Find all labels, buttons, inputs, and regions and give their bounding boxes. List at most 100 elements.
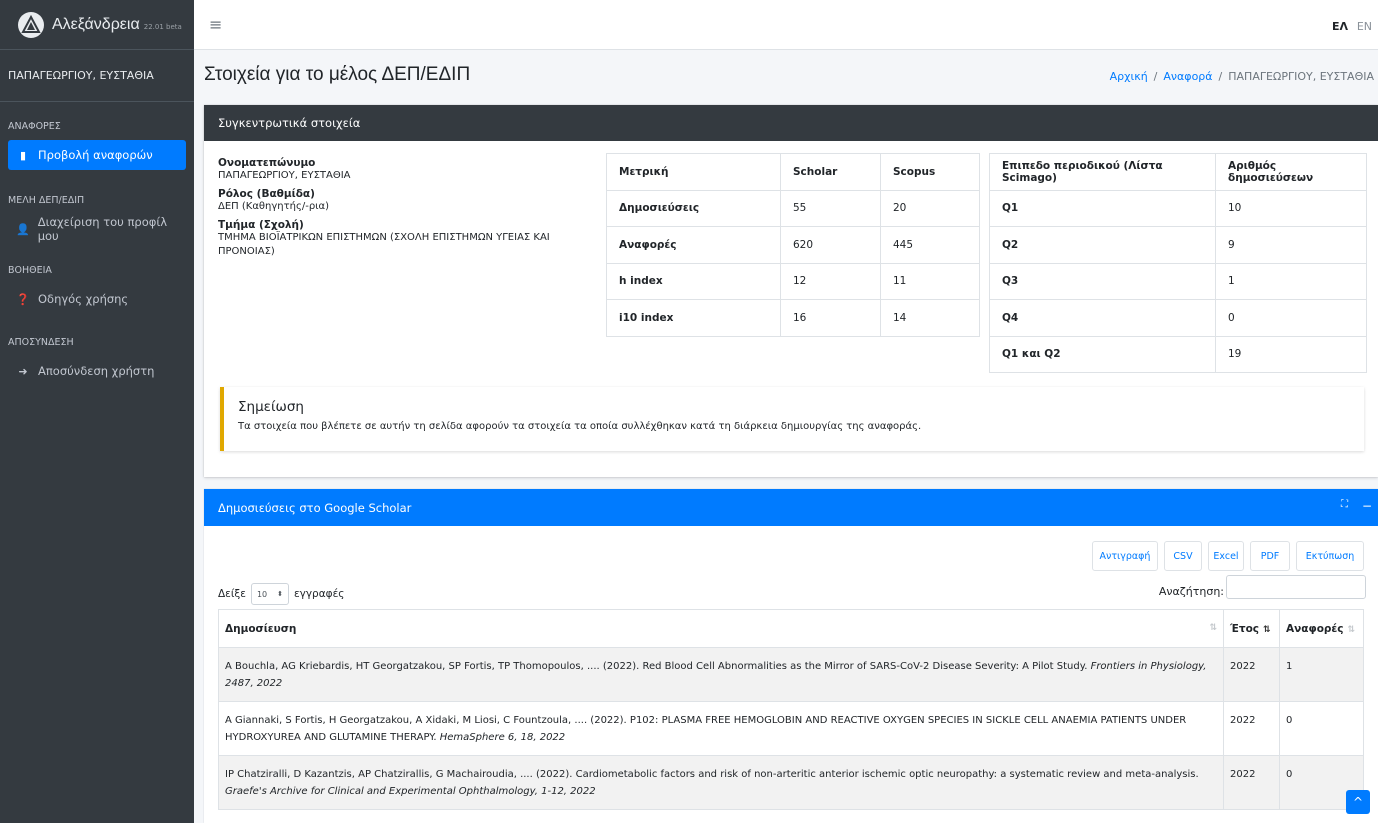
language-en-link[interactable]: EN <box>1357 20 1372 33</box>
column-header: Scopus <box>880 153 980 191</box>
table-row: Q4 0 <box>989 299 1367 337</box>
search-label: Αναζήτηση: <box>1158 585 1224 598</box>
table-row: Q3 1 <box>989 262 1367 300</box>
publication-journal: HemaSphere 6, 18, 2022 <box>439 732 566 743</box>
sidebar: Αλεξάνδρεια 22.01 beta ΠΑΠΑΓΕΩΡΓΙΟΥ, ΕΥΣ… <box>0 0 194 823</box>
sidebar-item-user-guide[interactable]: ❓ Οδηγός χρήσης <box>8 284 186 314</box>
user-panel[interactable]: ΠΑΠΑΓΕΩΡΓΙΟΥ, ΕΥΣΤΑΘΙΑ <box>0 50 194 102</box>
table-row: h index 12 11 <box>606 262 980 300</box>
sidebar-item-label: Διαχείριση του προφίλ μου <box>37 215 168 243</box>
hamburger-menu-icon[interactable]: ≡ <box>209 15 222 34</box>
breadcrumb-current: ΠΑΠΑΓΕΩΡΓΙΟΥ, ΕΥΣΤΑΘΙΑ <box>1228 70 1374 83</box>
scopus-value: 445 <box>880 226 980 264</box>
page-length-control: Δείξε 10 ⬍ εγγραφές <box>218 583 344 605</box>
note-title: Σημείωση <box>238 399 304 415</box>
sidebar-item-view-reports[interactable]: ▮ Προβολή αναφορών <box>8 140 186 170</box>
question-circle-icon: ❓ <box>16 292 30 306</box>
column-header-citations[interactable]: Αναφορές ⇅ <box>1279 609 1364 648</box>
sidebar-item-manage-profile[interactable]: 👤 Διαχείριση του προφίλ μου <box>8 214 186 244</box>
brand-logo-icon <box>18 11 44 38</box>
breadcrumb-report-link[interactable]: Αναφορά <box>1163 70 1212 83</box>
column-header-label: Αναφορές <box>1286 622 1344 635</box>
sort-desc-icon: ⇅ <box>1263 624 1271 635</box>
metric-name: i10 index <box>606 299 781 337</box>
breadcrumb-separator: / <box>1153 70 1158 83</box>
column-header: Επιπεδο περιοδικού (Λίστα Scimago) <box>989 153 1216 191</box>
column-header: Μετρική <box>606 153 781 191</box>
print-button[interactable]: Εκτύπωση <box>1296 541 1364 571</box>
nav-header-help: ΒΟΗΘΕΙΑ <box>8 264 52 276</box>
nav-header-members: ΜΕΛΗ ΔΕΠ/ΕΔΙΠ <box>8 194 85 206</box>
metric-name: h index <box>606 262 781 300</box>
quartile-name: Q1 και Q2 <box>989 335 1216 373</box>
table-row: Q1 10 <box>989 189 1367 227</box>
expand-icon[interactable]: ⛶ <box>1341 499 1348 513</box>
scroll-to-top-button[interactable]: ^ <box>1346 790 1370 814</box>
quartile-name: Q2 <box>989 226 1216 264</box>
table-header-row: Δημοσίευση ⇅ Έτος ⇅ Αναφορές ⇅ <box>218 609 1364 648</box>
card-tools: ⛶ − <box>1341 499 1372 513</box>
journal-level-table: Επιπεδο περιοδικού (Λίστα Scimago) Αριθμ… <box>989 153 1367 373</box>
search-input[interactable] <box>1226 575 1366 599</box>
sort-icon: ⇅ <box>1209 623 1217 633</box>
quartile-count: 1 <box>1215 262 1367 300</box>
column-header-label: Έτος <box>1230 622 1260 635</box>
brand[interactable]: Αλεξάνδρεια 22.01 beta <box>0 0 194 50</box>
csv-button[interactable]: CSV <box>1164 541 1202 571</box>
table-header-row: Μετρική Scholar Scopus <box>606 153 980 191</box>
table-row: Δημοσιεύσεις 55 20 <box>606 189 980 227</box>
table-row: i10 index 16 14 <box>606 299 980 337</box>
brand-name: Αλεξάνδρεια <box>52 15 140 33</box>
publication-text: A Giannaki, S Fortis, H Georgatzakou, A … <box>225 715 1187 743</box>
chevron-up-icon: ^ <box>1352 795 1364 809</box>
column-header: Αριθμός δημοσιεύσεων <box>1215 153 1367 191</box>
scopus-value: 14 <box>880 299 980 337</box>
quartile-count: 0 <box>1215 299 1367 337</box>
year-cell: 2022 <box>1223 755 1280 810</box>
user-icon: 👤 <box>16 222 30 236</box>
brand-version: 22.01 beta <box>143 22 182 31</box>
table-row: A Giannaki, S Fortis, H Georgatzakou, A … <box>218 701 1364 756</box>
quartile-count: 9 <box>1215 226 1367 264</box>
language-el-link[interactable]: ΕΛ <box>1332 20 1348 33</box>
page-length-select[interactable]: 10 ⬍ <box>250 583 289 605</box>
scopus-value: 20 <box>880 189 980 227</box>
table-header-row: Επιπεδο περιοδικού (Λίστα Scimago) Αριθμ… <box>989 153 1367 191</box>
collapse-icon[interactable]: − <box>1362 499 1372 513</box>
breadcrumb-home-link[interactable]: Αρχική <box>1110 70 1148 83</box>
excel-button[interactable]: Excel <box>1208 541 1244 571</box>
publication-cell: A Giannaki, S Fortis, H Georgatzakou, A … <box>218 701 1224 756</box>
note-callout: Σημείωση Τα στοιχεία που βλέπετε σε αυτή… <box>220 387 1364 451</box>
column-header-year[interactable]: Έτος ⇅ <box>1223 609 1280 648</box>
pdf-button[interactable]: PDF <box>1250 541 1290 571</box>
role-value: ΔΕΠ (Καθηγητής/-ρια) <box>218 201 330 212</box>
citations-cell: 0 <box>1279 701 1364 756</box>
copy-button[interactable]: Αντιγραφή <box>1092 541 1158 571</box>
role-label: Ρόλος (Βαθμίδα) <box>218 188 315 200</box>
sidebar-item-label: Προβολή αναφορών <box>38 148 153 162</box>
column-header: Scholar <box>780 153 881 191</box>
scholar-publications-card: Δημοσιεύσεις στο Google Scholar ⛶ − Αντι… <box>204 489 1378 823</box>
scholar-card-title: Δημοσιεύσεις στο Google Scholar <box>218 500 412 515</box>
table-row: IP Chatziralli, D Kazantzis, AP Chatzira… <box>218 755 1364 810</box>
top-navbar: ≡ ΕΛ EN <box>194 0 1378 50</box>
column-header-publication[interactable]: Δημοσίευση ⇅ <box>218 609 1224 648</box>
quartile-name: Q3 <box>989 262 1216 300</box>
department-value: ΤΜΗΜΑ ΒΙΟΪΑΤΡΙΚΩΝ ΕΠΙΣΤΗΜΩΝ (ΣΧΟΛΗ ΕΠΙΣΤ… <box>218 232 550 257</box>
name-value: ΠΑΠΑΓΕΩΡΓΙΟΥ, ΕΥΣΤΑΘΙΑ <box>218 170 351 181</box>
metric-name: Δημοσιεύσεις <box>606 189 781 227</box>
publication-text: IP Chatziralli, D Kazantzis, AP Chatzira… <box>225 769 1199 780</box>
table-row: Q2 9 <box>989 226 1367 264</box>
nav-header-reports: ΑΝΑΦΟΡΕΣ <box>8 120 61 132</box>
sign-out-icon: ➜ <box>18 364 28 378</box>
year-cell: 2022 <box>1223 647 1280 702</box>
quartile-count: 19 <box>1215 335 1367 373</box>
note-text: Τα στοιχεία που βλέπετε σε αυτήν τη σελί… <box>238 421 922 432</box>
sidebar-item-logout[interactable]: ➜ Αποσύνδεση χρήστη <box>8 356 186 386</box>
scholar-value: 12 <box>780 262 881 300</box>
table-row: Q1 και Q2 19 <box>989 335 1367 373</box>
year-cell: 2022 <box>1223 701 1280 756</box>
quartile-count: 10 <box>1215 189 1367 227</box>
file-icon: ▮ <box>19 148 27 162</box>
table-row: Αναφορές 620 445 <box>606 226 980 264</box>
